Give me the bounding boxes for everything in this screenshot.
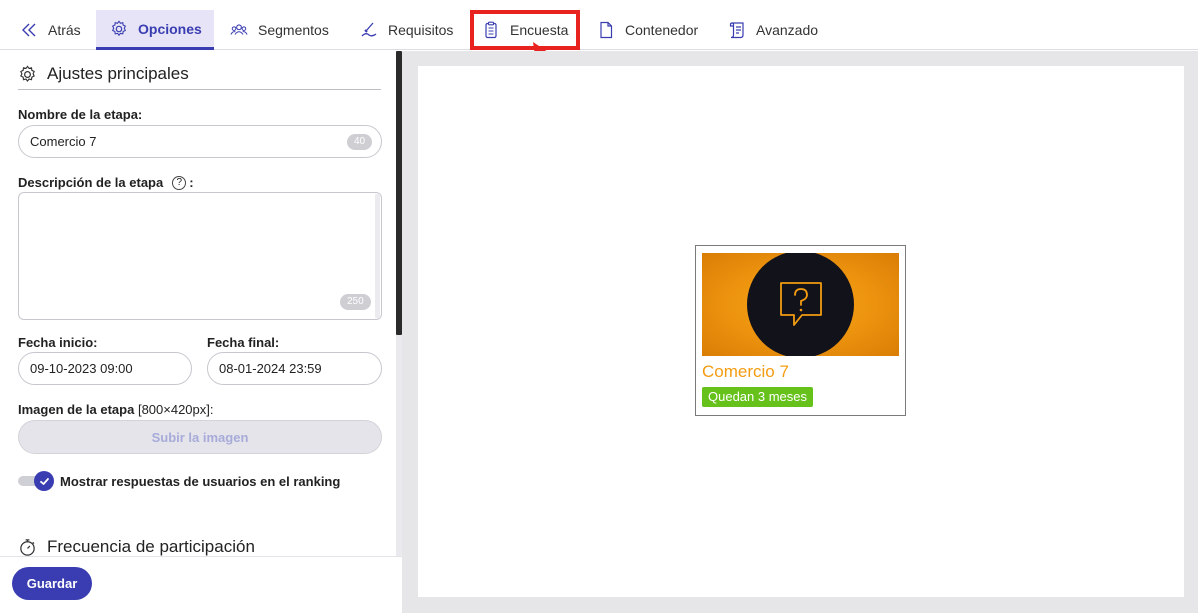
card-image bbox=[702, 253, 899, 356]
stage-image-label-row: Imagen de la etapa [800×420px]: bbox=[18, 402, 214, 417]
users-group-icon bbox=[230, 24, 248, 35]
tab-segments-label: Segmentos bbox=[258, 22, 329, 38]
stage-name-counter: 40 bbox=[347, 134, 373, 150]
start-date-label: Fecha inicio: bbox=[18, 335, 98, 350]
question-chat-icon bbox=[779, 281, 822, 326]
top-tab-bar: Atrás Opciones Segmentos Requisitos Encu… bbox=[0, 0, 1198, 50]
card-icon-circle bbox=[747, 253, 854, 356]
description-counter: 250 bbox=[340, 294, 371, 310]
stage-name-value: Comercio 7 bbox=[30, 134, 97, 149]
tab-container[interactable]: Contenedor bbox=[597, 10, 698, 50]
show-answers-toggle[interactable] bbox=[18, 471, 54, 491]
save-button[interactable]: Guardar bbox=[12, 567, 92, 600]
stage-name-label: Nombre de la etapa: bbox=[18, 107, 143, 122]
document-icon bbox=[600, 21, 613, 39]
frequency-header: Frecuencia de participación bbox=[18, 537, 255, 557]
main-settings-header: Ajustes principales bbox=[18, 64, 189, 84]
check-icon bbox=[39, 477, 49, 485]
stage-name-input[interactable]: Comercio 7 bbox=[18, 125, 382, 158]
show-answers-label: Mostrar respuestas de usuarios en el ran… bbox=[60, 474, 341, 489]
description-textarea[interactable] bbox=[18, 192, 382, 320]
stage-image-label: Imagen de la etapa bbox=[18, 402, 135, 417]
main-settings-title: Ajustes principales bbox=[47, 64, 189, 83]
description-label-row: Descripción de la etapa ? : bbox=[18, 175, 194, 190]
tab-requirements[interactable]: Requisitos bbox=[360, 10, 453, 50]
stage-image-size: [800×420px]: bbox=[137, 402, 214, 417]
tab-survey[interactable]: Encuesta bbox=[482, 10, 568, 50]
start-date-input[interactable]: 09-10-2023 09:00 bbox=[18, 352, 192, 385]
tab-segments[interactable]: Segmentos bbox=[230, 10, 329, 50]
help-icon[interactable]: ? bbox=[172, 175, 187, 190]
gear-icon bbox=[111, 19, 127, 36]
stopwatch-icon bbox=[20, 538, 35, 556]
frequency-title: Frecuencia de participación bbox=[47, 537, 255, 556]
start-date-value: 09-10-2023 09:00 bbox=[30, 361, 133, 376]
end-date-label: Fecha final: bbox=[207, 335, 280, 350]
tab-options-label: Opciones bbox=[138, 20, 202, 37]
tab-container-label: Contenedor bbox=[625, 22, 699, 38]
tab-back-label: Atrás bbox=[48, 22, 81, 38]
card-title: Comercio 7 bbox=[702, 362, 789, 381]
tab-advanced[interactable]: Avanzado bbox=[728, 10, 818, 50]
section-divider bbox=[18, 89, 381, 90]
hand-pen-icon bbox=[361, 22, 377, 37]
clipboard-list-icon bbox=[485, 21, 497, 39]
end-date-input[interactable]: 08-01-2024 23:59 bbox=[207, 352, 382, 385]
description-label: Descripción de la etapa bbox=[18, 175, 164, 190]
tab-requirements-label: Requisitos bbox=[388, 22, 454, 38]
description-colon: : bbox=[189, 175, 194, 190]
tab-options[interactable]: Opciones bbox=[96, 10, 214, 50]
tab-back[interactable]: Atrás bbox=[20, 10, 81, 50]
textarea-scrollbar[interactable] bbox=[375, 194, 380, 318]
scroll-icon bbox=[729, 22, 744, 39]
toggle-knob bbox=[34, 471, 54, 491]
stage-preview-card[interactable]: Comercio 7 Quedan 3 meses bbox=[695, 245, 906, 416]
card-time-badge: Quedan 3 meses bbox=[702, 387, 814, 407]
tab-advanced-label: Avanzado bbox=[756, 22, 819, 38]
chevrons-left-icon bbox=[22, 23, 36, 37]
gear-icon bbox=[20, 64, 35, 82]
end-date-value: 08-01-2024 23:59 bbox=[219, 361, 322, 376]
upload-image-button[interactable]: Subir la imagen bbox=[18, 420, 382, 454]
tab-survey-label: Encuesta bbox=[510, 22, 569, 38]
